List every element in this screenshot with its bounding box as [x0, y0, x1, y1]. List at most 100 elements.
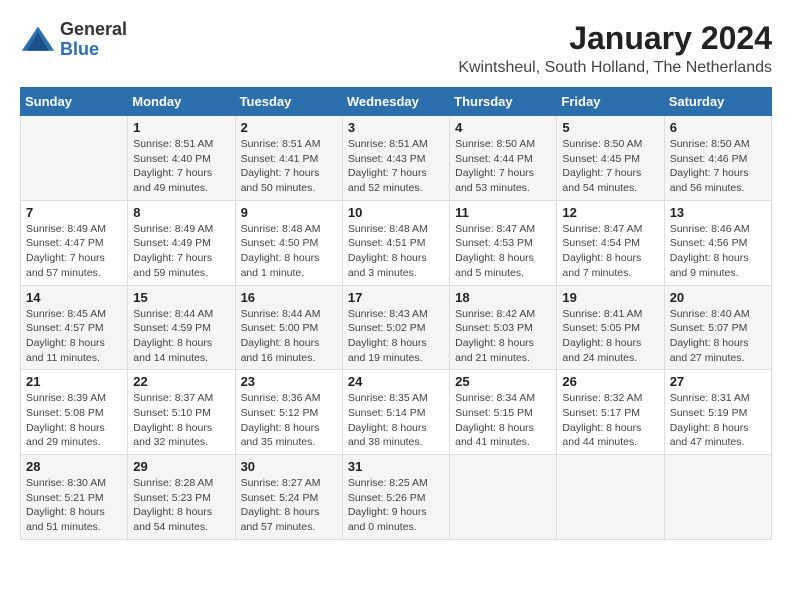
- header-row: SundayMondayTuesdayWednesdayThursdayFrid…: [21, 88, 772, 116]
- day-info: Sunrise: 8:49 AM Sunset: 4:49 PM Dayligh…: [133, 222, 229, 281]
- day-number: 27: [670, 374, 766, 389]
- day-number: 21: [26, 374, 122, 389]
- day-cell: 13 Sunrise: 8:46 AM Sunset: 4:56 PM Dayli…: [664, 200, 771, 285]
- day-info: Sunrise: 8:49 AM Sunset: 4:47 PM Dayligh…: [26, 222, 122, 281]
- day-info: Sunrise: 8:51 AM Sunset: 4:41 PM Dayligh…: [241, 137, 337, 196]
- header-wednesday: Wednesday: [342, 88, 449, 116]
- day-number: 31: [348, 459, 444, 474]
- day-cell: 28 Sunrise: 8:30 AM Sunset: 5:21 PM Dayli…: [21, 455, 128, 540]
- day-number: 22: [133, 374, 229, 389]
- day-number: 14: [26, 290, 122, 305]
- day-number: 16: [241, 290, 337, 305]
- logo-blue: Blue: [60, 40, 127, 60]
- day-cell: 4Sunrise: 8:50 AM Sunset: 4:44 PM Daylig…: [450, 116, 557, 201]
- day-number: 24: [348, 374, 444, 389]
- day-info: Sunrise: 8:44 AM Sunset: 4:59 PM Dayligh…: [133, 307, 229, 366]
- day-cell: 15 Sunrise: 8:44 AM Sunset: 4:59 PM Dayli…: [128, 285, 235, 370]
- day-info: Sunrise: 8:35 AM Sunset: 5:14 PM Dayligh…: [348, 391, 444, 450]
- day-number: 12: [562, 205, 658, 220]
- day-cell: 3Sunrise: 8:51 AM Sunset: 4:43 PM Daylig…: [342, 116, 449, 201]
- day-cell: 2 Sunrise: 8:51 AM Sunset: 4:41 PM Daylig…: [235, 116, 342, 201]
- day-info: Sunrise: 8:40 AM Sunset: 5:07 PM Dayligh…: [670, 307, 766, 366]
- day-cell: 22 Sunrise: 8:37 AM Sunset: 5:10 PM Dayli…: [128, 370, 235, 455]
- day-cell: [21, 116, 128, 201]
- day-info: Sunrise: 8:25 AM Sunset: 5:26 PM Dayligh…: [348, 476, 444, 535]
- week-row-4: 28 Sunrise: 8:30 AM Sunset: 5:21 PM Dayli…: [21, 455, 772, 540]
- day-number: 3: [348, 120, 444, 135]
- day-info: Sunrise: 8:44 AM Sunset: 5:00 PM Dayligh…: [241, 307, 337, 366]
- header-saturday: Saturday: [664, 88, 771, 116]
- day-info: Sunrise: 8:36 AM Sunset: 5:12 PM Dayligh…: [241, 391, 337, 450]
- day-info: Sunrise: 8:34 AM Sunset: 5:15 PM Dayligh…: [455, 391, 551, 450]
- day-number: 18: [455, 290, 551, 305]
- day-info: Sunrise: 8:32 AM Sunset: 5:17 PM Dayligh…: [562, 391, 658, 450]
- day-number: 13: [670, 205, 766, 220]
- day-info: Sunrise: 8:27 AM Sunset: 5:24 PM Dayligh…: [241, 476, 337, 535]
- day-number: 1: [133, 120, 229, 135]
- day-info: Sunrise: 8:47 AM Sunset: 4:53 PM Dayligh…: [455, 222, 551, 281]
- day-info: Sunrise: 8:47 AM Sunset: 4:54 PM Dayligh…: [562, 222, 658, 281]
- logo: General Blue: [20, 20, 127, 60]
- logo-icon: [20, 22, 56, 58]
- location-title: Kwintsheul, South Holland, The Netherlan…: [458, 59, 772, 77]
- day-number: 29: [133, 459, 229, 474]
- day-number: 11: [455, 205, 551, 220]
- day-cell: 25 Sunrise: 8:34 AM Sunset: 5:15 PM Dayli…: [450, 370, 557, 455]
- day-cell: 31 Sunrise: 8:25 AM Sunset: 5:26 PM Dayli…: [342, 455, 449, 540]
- header-monday: Monday: [128, 88, 235, 116]
- day-info: Sunrise: 8:50 AM Sunset: 4:44 PM Dayligh…: [455, 137, 551, 196]
- day-cell: 9Sunrise: 8:48 AM Sunset: 4:50 PM Daylig…: [235, 200, 342, 285]
- week-row-1: 7 Sunrise: 8:49 AM Sunset: 4:47 PM Daylig…: [21, 200, 772, 285]
- day-cell: 30 Sunrise: 8:27 AM Sunset: 5:24 PM Dayli…: [235, 455, 342, 540]
- day-cell: 5Sunrise: 8:50 AM Sunset: 4:45 PM Daylig…: [557, 116, 664, 201]
- header-sunday: Sunday: [21, 88, 128, 116]
- day-info: Sunrise: 8:39 AM Sunset: 5:08 PM Dayligh…: [26, 391, 122, 450]
- page-header: General Blue January 2024 Kwintsheul, So…: [20, 20, 772, 77]
- day-number: 20: [670, 290, 766, 305]
- header-tuesday: Tuesday: [235, 88, 342, 116]
- day-cell: 29 Sunrise: 8:28 AM Sunset: 5:23 PM Dayli…: [128, 455, 235, 540]
- day-cell: 7 Sunrise: 8:49 AM Sunset: 4:47 PM Daylig…: [21, 200, 128, 285]
- day-info: Sunrise: 8:31 AM Sunset: 5:19 PM Dayligh…: [670, 391, 766, 450]
- day-number: 26: [562, 374, 658, 389]
- week-row-3: 21 Sunrise: 8:39 AM Sunset: 5:08 PM Dayli…: [21, 370, 772, 455]
- day-number: 7: [26, 205, 122, 220]
- day-cell: 23 Sunrise: 8:36 AM Sunset: 5:12 PM Dayli…: [235, 370, 342, 455]
- day-info: Sunrise: 8:46 AM Sunset: 4:56 PM Dayligh…: [670, 222, 766, 281]
- day-info: Sunrise: 8:50 AM Sunset: 4:46 PM Dayligh…: [670, 137, 766, 196]
- day-info: Sunrise: 8:45 AM Sunset: 4:57 PM Dayligh…: [26, 307, 122, 366]
- day-info: Sunrise: 8:30 AM Sunset: 5:21 PM Dayligh…: [26, 476, 122, 535]
- day-number: 30: [241, 459, 337, 474]
- day-info: Sunrise: 8:41 AM Sunset: 5:05 PM Dayligh…: [562, 307, 658, 366]
- week-row-0: 1 Sunrise: 8:51 AM Sunset: 4:40 PM Daylig…: [21, 116, 772, 201]
- day-cell: 19 Sunrise: 8:41 AM Sunset: 5:05 PM Dayli…: [557, 285, 664, 370]
- calendar-table: SundayMondayTuesdayWednesdayThursdayFrid…: [20, 87, 772, 540]
- day-info: Sunrise: 8:48 AM Sunset: 4:50 PM Dayligh…: [241, 222, 337, 281]
- day-cell: [450, 455, 557, 540]
- day-info: Sunrise: 8:48 AM Sunset: 4:51 PM Dayligh…: [348, 222, 444, 281]
- day-number: 17: [348, 290, 444, 305]
- day-info: Sunrise: 8:51 AM Sunset: 4:40 PM Dayligh…: [133, 137, 229, 196]
- day-cell: [664, 455, 771, 540]
- day-info: Sunrise: 8:28 AM Sunset: 5:23 PM Dayligh…: [133, 476, 229, 535]
- day-cell: 12 Sunrise: 8:47 AM Sunset: 4:54 PM Dayli…: [557, 200, 664, 285]
- day-number: 25: [455, 374, 551, 389]
- day-info: Sunrise: 8:37 AM Sunset: 5:10 PM Dayligh…: [133, 391, 229, 450]
- day-number: 2: [241, 120, 337, 135]
- day-cell: [557, 455, 664, 540]
- day-number: 19: [562, 290, 658, 305]
- day-number: 6: [670, 120, 766, 135]
- day-number: 28: [26, 459, 122, 474]
- day-cell: 26 Sunrise: 8:32 AM Sunset: 5:17 PM Dayli…: [557, 370, 664, 455]
- day-cell: 10Sunrise: 8:48 AM Sunset: 4:51 PM Dayli…: [342, 200, 449, 285]
- day-cell: 18 Sunrise: 8:42 AM Sunset: 5:03 PM Dayli…: [450, 285, 557, 370]
- day-info: Sunrise: 8:42 AM Sunset: 5:03 PM Dayligh…: [455, 307, 551, 366]
- logo-general: General: [60, 20, 127, 40]
- month-title: January 2024: [458, 20, 772, 57]
- logo-text: General Blue: [60, 20, 127, 60]
- day-number: 15: [133, 290, 229, 305]
- day-cell: 16 Sunrise: 8:44 AM Sunset: 5:00 PM Dayli…: [235, 285, 342, 370]
- day-cell: 20 Sunrise: 8:40 AM Sunset: 5:07 PM Dayli…: [664, 285, 771, 370]
- day-number: 23: [241, 374, 337, 389]
- header-friday: Friday: [557, 88, 664, 116]
